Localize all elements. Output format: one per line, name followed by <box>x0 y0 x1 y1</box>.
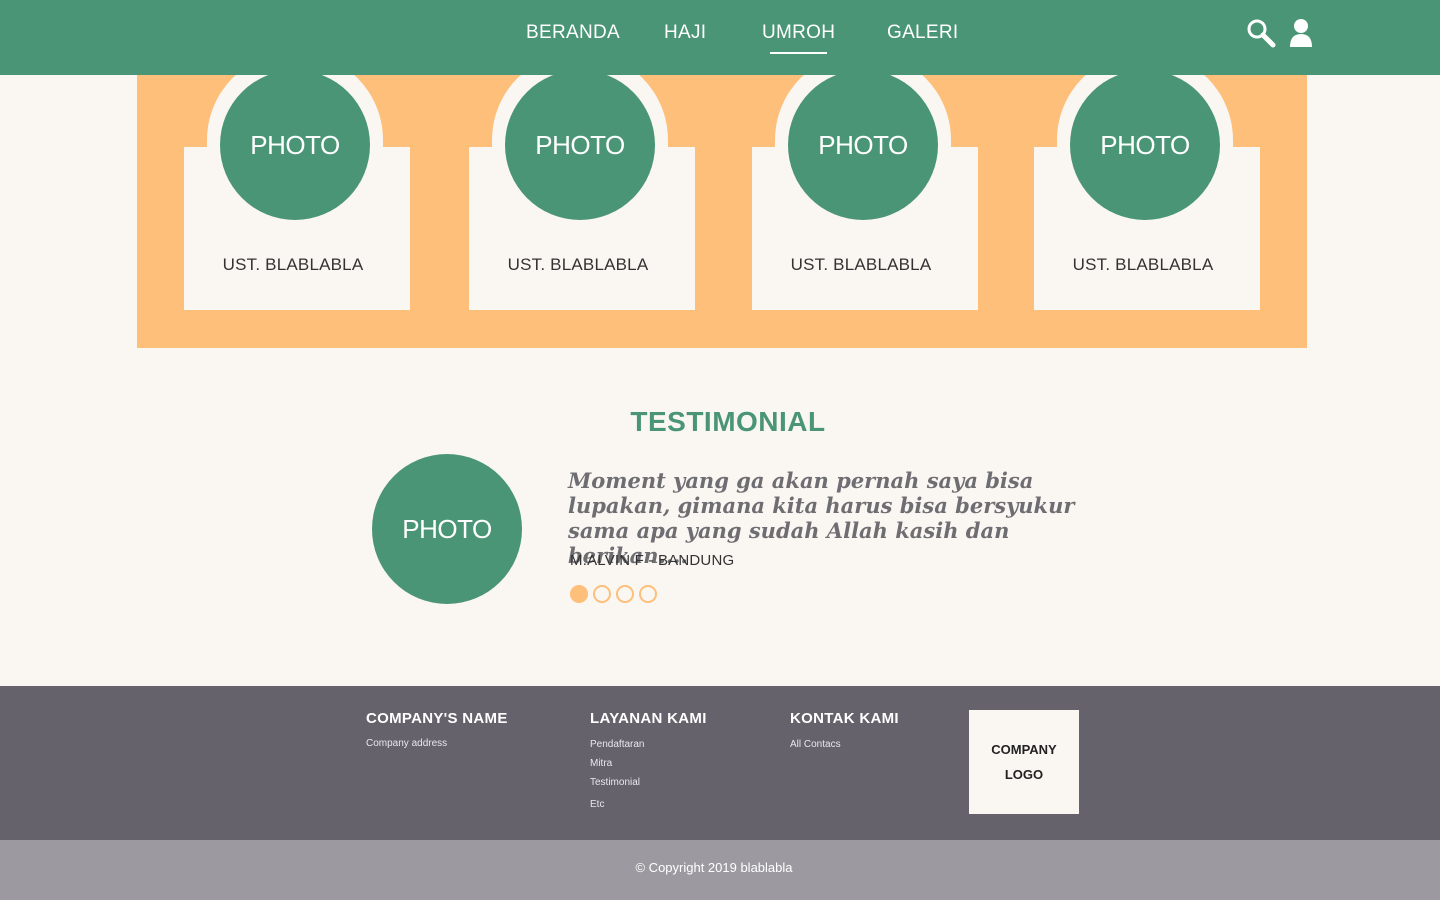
footer-link-contacts[interactable]: All Contacs <box>790 739 841 750</box>
footer-company-heading: COMPANY'S NAME <box>366 710 508 727</box>
ustadz-photo: PHOTO <box>220 70 370 220</box>
carousel-dot-3[interactable] <box>616 585 634 603</box>
footer: COMPANY'S NAME Company address LAYANAN K… <box>0 686 1440 840</box>
copyright-text: © Copyright 2019 blablabla <box>635 860 793 875</box>
footer-link-testimonial[interactable]: Testimonial <box>590 777 640 788</box>
carousel-dot-2[interactable] <box>593 585 611 603</box>
footer-company-address: Company address <box>366 738 448 749</box>
footer-link-mitra[interactable]: Mitra <box>590 758 612 769</box>
nav-item-galeri[interactable]: GALERI <box>887 22 959 44</box>
footer-layanan-heading: LAYANAN KAMI <box>590 710 707 727</box>
top-navbar: BERANDA HAJI UMROH GALERI <box>0 0 1440 75</box>
testimonial-photo: PHOTO <box>372 454 522 604</box>
footer-kontak-heading: KONTAK KAMI <box>790 710 899 727</box>
carousel-dot-1[interactable] <box>570 585 588 603</box>
footer-link-pendaftaran[interactable]: Pendaftaran <box>590 739 645 750</box>
search-icon[interactable] <box>1246 18 1276 48</box>
copyright-bar: © Copyright 2019 blablabla <box>0 840 1440 900</box>
ustadz-name: UST. BLABLABLA <box>507 255 649 274</box>
ustadz-name: UST. BLABLABLA <box>790 255 932 274</box>
testimonial-author: M.ALVIN F - BANDUNG <box>570 552 735 569</box>
ustadz-photo: PHOTO <box>1070 70 1220 220</box>
ustadz-photo: PHOTO <box>788 70 938 220</box>
carousel-dot-4[interactable] <box>639 585 657 603</box>
footer-link-etc[interactable]: Etc <box>590 799 604 810</box>
ustadz-name: UST. BLABLABLA <box>222 255 364 274</box>
logo-line-2: LOGO <box>1004 767 1044 782</box>
user-icon[interactable] <box>1287 18 1317 48</box>
company-logo: COMPANY LOGO <box>969 710 1079 814</box>
nav-item-beranda[interactable]: BERANDA <box>526 22 620 44</box>
nav-item-haji[interactable]: HAJI <box>664 22 706 44</box>
ustadz-name: UST. BLABLABLA <box>1072 255 1214 274</box>
testimonial-title: TESTIMONIAL <box>630 406 826 437</box>
logo-line-1: COMPANY <box>991 742 1057 757</box>
ustadz-photo: PHOTO <box>505 70 655 220</box>
nav-item-umroh[interactable]: UMROH <box>762 22 835 54</box>
